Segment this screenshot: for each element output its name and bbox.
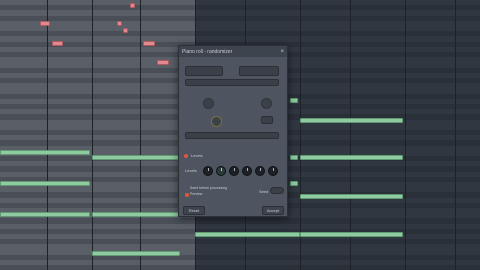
knob-icon[interactable] (268, 166, 278, 176)
knob-icon[interactable] (229, 166, 239, 176)
settings-field[interactable] (185, 66, 223, 76)
dialog-title: Piano roll - randomizer (182, 48, 233, 55)
option-field[interactable] (185, 132, 279, 139)
note-block[interactable] (195, 232, 300, 237)
led-indicator-icon[interactable] (184, 154, 188, 158)
knob-icon[interactable] (261, 98, 272, 109)
note-block[interactable] (40, 21, 50, 26)
note-block[interactable] (157, 60, 169, 65)
led-indicator-icon[interactable] (185, 193, 189, 197)
accept-button[interactable]: Accept (262, 206, 284, 215)
range-field[interactable] (185, 79, 279, 86)
note-block[interactable] (123, 28, 128, 33)
randomizer-dialog: Piano roll - randomizer × Levels Levels … (178, 45, 288, 217)
note-block[interactable] (117, 21, 122, 26)
note-block[interactable] (300, 232, 403, 237)
value-field[interactable] (261, 116, 273, 124)
note-block[interactable] (290, 181, 298, 186)
beat-line (140, 0, 141, 270)
settings-field-2[interactable] (239, 66, 279, 76)
beat-line (350, 0, 351, 270)
key-lane (0, 265, 195, 270)
knob-icon[interactable] (255, 166, 265, 176)
option2-label: Preview (190, 192, 203, 196)
note-block[interactable] (92, 212, 182, 217)
note-block[interactable] (290, 98, 298, 103)
levels-label: Levels (185, 168, 197, 173)
note-block[interactable] (143, 41, 155, 46)
beat-line (405, 0, 406, 270)
note-block[interactable] (300, 194, 403, 199)
knob-icon[interactable] (211, 116, 222, 127)
reset-button[interactable]: Reset (183, 206, 205, 215)
toggle-icon[interactable] (270, 187, 284, 194)
note-block[interactable] (0, 212, 90, 217)
key-lane (195, 265, 480, 270)
levels-group-label: Levels (191, 153, 203, 158)
note-block[interactable] (52, 41, 63, 46)
knob-icon[interactable] (242, 166, 252, 176)
note-block[interactable] (130, 3, 135, 8)
seed-label: Seed (259, 189, 269, 194)
note-block[interactable] (300, 118, 403, 123)
knob-icon[interactable] (203, 166, 213, 176)
note-block[interactable] (92, 155, 182, 160)
note-block[interactable] (92, 251, 180, 256)
note-block[interactable] (0, 150, 90, 155)
note-block[interactable] (0, 181, 90, 186)
option-label: Seed before processing (190, 186, 227, 190)
close-icon[interactable]: × (280, 49, 284, 55)
note-block[interactable] (290, 155, 298, 160)
beat-line (455, 0, 456, 270)
dialog-titlebar[interactable]: Piano roll - randomizer × (179, 46, 287, 57)
beat-line (92, 0, 93, 270)
knob-icon[interactable] (203, 98, 214, 109)
beat-line (300, 0, 301, 270)
knob-icon[interactable] (216, 166, 226, 176)
beat-line (47, 0, 48, 270)
note-block[interactable] (300, 155, 403, 160)
